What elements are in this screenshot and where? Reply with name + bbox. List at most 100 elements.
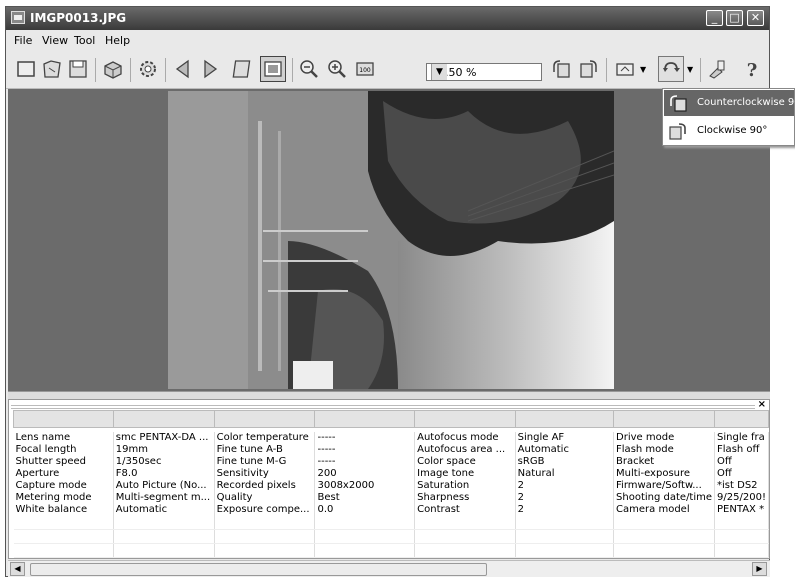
zoom-in-icon[interactable]	[326, 58, 348, 80]
rotate-dropdown-icon[interactable]: ▼	[687, 65, 693, 74]
thumbnail-view-icon[interactable]	[232, 58, 254, 80]
info-table: Lens name smc PENTAX-DA ... Color temperat…	[13, 410, 769, 558]
property-name: Image tone	[414, 468, 516, 480]
property-name: Focal length	[13, 444, 114, 456]
table-row: Metering mode Multi-segment m... Quality Be…	[13, 492, 769, 504]
help-icon[interactable]: ?	[741, 58, 763, 81]
save-icon[interactable]	[67, 58, 89, 80]
property-name: Color space	[414, 456, 516, 468]
scrollbar-thumb[interactable]	[30, 563, 487, 576]
column-header[interactable]	[613, 410, 716, 428]
svg-text:100: 100	[359, 67, 371, 74]
app-icon	[11, 11, 25, 24]
empty-row	[13, 516, 769, 530]
property-name: Sharpness	[414, 492, 516, 504]
property-value: Best	[314, 492, 416, 504]
property-value: 200	[314, 468, 416, 480]
menu-bar: File View Tool Help	[6, 31, 769, 49]
empty-row	[13, 543, 769, 558]
property-value: 3008x2000	[314, 480, 416, 492]
column-header[interactable]	[514, 410, 615, 428]
property-name: Autofocus mode	[414, 432, 516, 444]
property-value: -----	[314, 444, 416, 456]
toolbar: 100 15.50 % ▼ ▼ ▼ ?	[6, 50, 769, 89]
menu-item-clockwise[interactable]: Clockwise 90°	[664, 118, 794, 144]
property-name: Color temperature	[214, 432, 316, 444]
rotate-counterclockwise-icon	[668, 93, 688, 113]
column-header[interactable]	[314, 410, 416, 428]
rotate-menu-icon[interactable]	[658, 56, 684, 82]
rotate-left-icon[interactable]	[550, 58, 572, 80]
chevron-down-icon[interactable]: ▼	[431, 64, 447, 80]
menu-item-label: Counterclockwise 90°	[697, 97, 795, 108]
horizontal-scrollbar[interactable]: ◀ ▶	[8, 560, 770, 577]
property-name: Autofocus area ...	[414, 444, 516, 456]
menu-help[interactable]: Help	[105, 34, 130, 47]
property-name: Drive mode	[613, 432, 716, 444]
header-row	[13, 410, 769, 428]
property-name: Metering mode	[13, 492, 114, 504]
property-name: Fine tune A-B	[214, 444, 316, 456]
property-value: -----	[314, 456, 416, 468]
property-value: 1/350sec	[113, 456, 215, 468]
property-value: *ist DS2	[714, 480, 769, 492]
close-panel-icon[interactable]: ×	[758, 399, 766, 410]
table-row: Focal length 19mm Fine tune A-B ----- Autofo…	[13, 444, 769, 456]
menu-view[interactable]: View	[42, 34, 68, 47]
rotate-menu: Counterclockwise 90° Clockwise 90°	[662, 88, 795, 146]
property-name: Bracket	[613, 456, 716, 468]
close-button[interactable]: ✕	[747, 10, 764, 26]
display-mode-dropdown-icon[interactable]: ▼	[640, 65, 646, 74]
previous-arrow-icon[interactable]	[172, 58, 194, 80]
column-header[interactable]	[13, 410, 114, 428]
title-bar: IMGP0013.JPG _ □ ✕	[6, 7, 769, 30]
property-name: Shooting date/time	[613, 492, 716, 504]
property-value: PENTAX *	[714, 504, 769, 516]
property-value: 0.0	[314, 504, 416, 516]
fit-window-icon[interactable]	[260, 56, 286, 82]
column-header[interactable]	[213, 410, 316, 428]
info-panel: × Lens name smc PENTAX-DA ... Color temper…	[8, 399, 770, 559]
property-name: Sensitivity	[214, 468, 316, 480]
zoom-out-icon[interactable]	[298, 58, 320, 80]
edit-tools-icon[interactable]	[706, 58, 728, 80]
column-header[interactable]	[414, 410, 516, 428]
property-value: Natural	[515, 468, 615, 480]
scroll-right-icon[interactable]: ▶	[752, 562, 767, 576]
scroll-left-icon[interactable]: ◀	[10, 562, 25, 576]
next-arrow-icon[interactable]	[199, 58, 221, 80]
property-name: Multi-exposure	[613, 468, 716, 480]
property-value: Single fra	[714, 432, 769, 444]
table-row: Capture mode Auto Picture (No... Recorded …	[13, 480, 769, 492]
property-value: 19mm	[113, 444, 215, 456]
property-name: Shutter speed	[13, 456, 114, 468]
camera-icon[interactable]	[102, 58, 124, 80]
zoom-combobox[interactable]: 15.50 % ▼	[426, 63, 542, 81]
rotate-right-icon[interactable]	[578, 58, 600, 80]
menu-file[interactable]: File	[14, 34, 32, 47]
menu-tool[interactable]: Tool	[74, 34, 95, 47]
column-header[interactable]	[112, 410, 215, 428]
property-name: Quality	[214, 492, 316, 504]
column-header[interactable]	[714, 410, 769, 428]
property-name: Capture mode	[13, 480, 114, 492]
property-name: Aperture	[13, 468, 114, 480]
new-window-icon[interactable]	[15, 58, 37, 80]
minimize-button[interactable]: _	[706, 10, 723, 26]
actual-size-icon[interactable]: 100	[354, 58, 376, 80]
rotate-clockwise-icon	[668, 121, 688, 141]
settings-gear-icon[interactable]	[137, 58, 159, 80]
open-icon[interactable]	[41, 58, 63, 80]
app-window: IMGP0013.JPG _ □ ✕ File View Tool Help 1…	[5, 6, 770, 577]
property-name: Fine tune M-G	[214, 456, 316, 468]
image-viewer[interactable]	[8, 89, 770, 391]
display-mode-icon[interactable]	[614, 58, 636, 80]
property-value: 2	[515, 492, 615, 504]
property-value: 2	[515, 504, 615, 516]
property-value: F8.0	[113, 468, 215, 480]
maximize-button[interactable]: □	[726, 10, 743, 26]
property-name: Recorded pixels	[214, 480, 316, 492]
property-name: Exposure compe...	[214, 504, 316, 516]
property-value: Multi-segment m...	[113, 492, 215, 504]
menu-item-counterclockwise[interactable]: Counterclockwise 90°	[664, 90, 795, 116]
